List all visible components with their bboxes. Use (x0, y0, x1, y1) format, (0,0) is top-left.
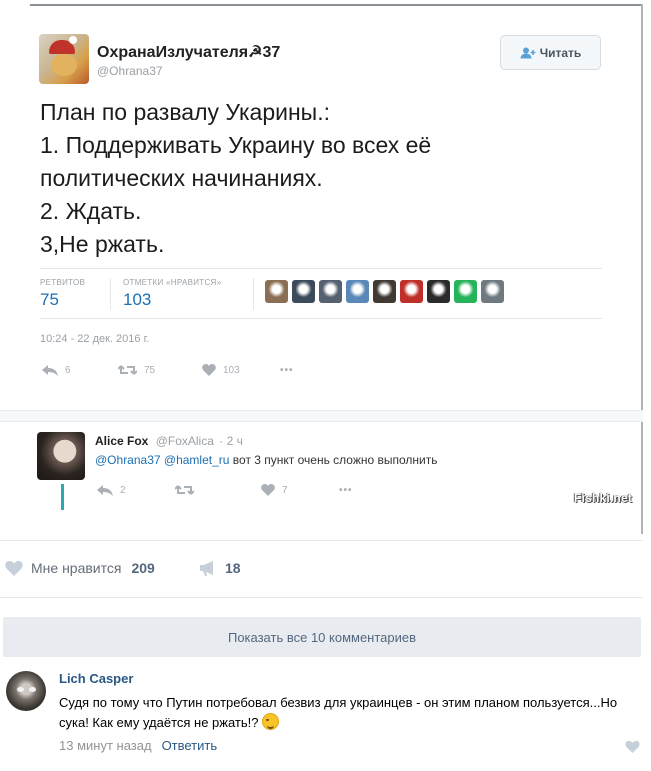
tweet-line: политических начинаниях. (40, 165, 323, 191)
liker-avatar[interactable] (454, 280, 477, 303)
reply-icon (97, 484, 113, 496)
reply-action[interactable]: 2 (97, 484, 175, 496)
follow-label: Читать (539, 45, 582, 60)
mention-link[interactable]: @Ohrana37 (95, 453, 161, 467)
tweet-actions: 6 75 103 ••• (42, 364, 294, 376)
retweet-action[interactable] (175, 484, 261, 496)
like-action[interactable]: 7 (261, 484, 339, 496)
thread-line (61, 484, 64, 510)
likes-label: ОТМЕТКИ «НРАВИТСЯ» (123, 278, 222, 287)
heart-icon (5, 561, 23, 576)
reply-actions: 2 7 ••• (97, 484, 353, 496)
reply-count: 2 (120, 484, 126, 496)
reply-author-name[interactable]: Alice Fox (95, 434, 148, 448)
heart-icon (625, 740, 640, 753)
liker-avatar[interactable] (319, 280, 342, 303)
retweets-label: РЕТВИТОВ (40, 278, 86, 287)
like-button[interactable]: Мне нравится 209 (5, 560, 155, 576)
divider (30, 4, 641, 6)
commenter-avatar[interactable] (6, 671, 46, 711)
watermark: Fishki.net (574, 491, 633, 505)
retweet-icon (118, 365, 137, 375)
comment-reply-link[interactable]: Ответить (162, 738, 218, 753)
reply-avatar[interactable] (37, 432, 85, 480)
heart-icon (261, 484, 275, 496)
share-count: 18 (225, 560, 241, 576)
divider (110, 278, 111, 310)
reply-text: @Ohrana37 @hamlet_ru вот 3 пункт очень с… (95, 453, 438, 467)
tweet-text: План по развалу Укарины.: 1. Поддерживат… (40, 96, 600, 261)
liker-avatar[interactable] (265, 280, 288, 303)
comment-text: Судя по тому что Путин потребовал безвиз… (59, 693, 645, 733)
divider (641, 4, 643, 534)
more-action[interactable]: ••• (339, 485, 353, 496)
like-count: 209 (131, 560, 155, 576)
like-action[interactable]: 103 (202, 364, 280, 376)
tweet-line: План по развалу Укарины.: (40, 99, 330, 125)
heart-icon (202, 364, 216, 376)
author-avatar[interactable] (39, 34, 89, 84)
add-user-icon (520, 47, 536, 59)
reply-author-handle[interactable]: @FoxAlica (156, 434, 214, 448)
tweet-timestamp[interactable]: 10:24 - 22 дек. 2016 г. (40, 333, 149, 345)
divider (40, 268, 602, 269)
more-action[interactable]: ••• (280, 365, 294, 376)
reply-header: Alice Fox @FoxAlica · 2 ч (95, 434, 243, 448)
reply-time: · 2 ч (219, 434, 243, 448)
liker-avatar[interactable] (346, 280, 369, 303)
divider (40, 318, 602, 319)
likes-stat[interactable]: ОТМЕТКИ «НРАВИТСЯ» 103 (123, 278, 221, 310)
tweet-line: 3,Не ржать. (40, 231, 165, 257)
tweet-screenshot: ОхранаИзлучателя☭37 @Ohrana37 Читать Пла… (0, 0, 651, 534)
author-handle[interactable]: @Ohrana37 (97, 64, 163, 78)
comment-body: Судя по тому что Путин потребовал безвиз… (59, 695, 618, 730)
retweet-action[interactable]: 75 (118, 364, 202, 376)
retweets-stat[interactable]: РЕТВИТОВ 75 (40, 278, 85, 310)
divider (253, 278, 254, 310)
like-count: 103 (223, 364, 240, 376)
likers-avatars (265, 280, 504, 303)
commenter-name[interactable]: Lich Casper (59, 671, 133, 686)
author-name[interactable]: ОхранаИзлучателя☭37 (97, 42, 280, 62)
post-actions-bar: Мне нравится 209 18 (0, 540, 643, 598)
megaphone-icon (200, 561, 213, 576)
section-separator (0, 410, 643, 422)
reply-body: вот 3 пункт очень сложно выполнить (229, 453, 438, 467)
retweet-count: 75 (144, 364, 156, 376)
comment-meta: 13 минут назад Ответить (59, 738, 217, 753)
show-all-comments-button[interactable]: Показать все 10 комментариев (3, 617, 641, 657)
reply-count: 6 (65, 364, 71, 376)
comment-time[interactable]: 13 минут назад (59, 738, 152, 753)
wink-emoji-icon (261, 713, 279, 730)
reply-icon (42, 364, 58, 376)
follow-button[interactable]: Читать (500, 35, 601, 70)
liker-avatar[interactable] (373, 280, 396, 303)
tweet-line: 2. Ждать. (40, 198, 142, 224)
liker-avatar[interactable] (292, 280, 315, 303)
more-icon: ••• (280, 364, 294, 376)
share-button[interactable]: 18 (199, 560, 241, 576)
liker-avatar[interactable] (400, 280, 423, 303)
liker-avatar[interactable] (481, 280, 504, 303)
liker-avatar[interactable] (427, 280, 450, 303)
like-count: 7 (282, 484, 288, 496)
mention-link[interactable]: @hamlet_ru (164, 453, 230, 467)
like-label: Мне нравится (31, 560, 122, 576)
tweet-line: 1. Поддерживать Украину во всех её (40, 132, 432, 158)
comment-like-button[interactable] (625, 740, 640, 758)
reply-action[interactable]: 6 (42, 364, 118, 376)
retweet-icon (175, 485, 194, 495)
likes-value: 103 (123, 290, 152, 309)
more-icon: ••• (339, 484, 353, 496)
retweets-value: 75 (40, 290, 59, 309)
